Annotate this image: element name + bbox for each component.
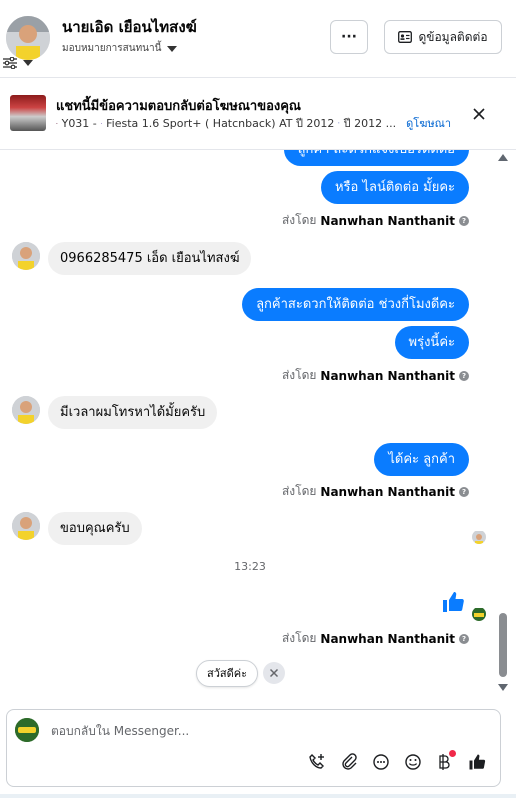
- message-composer: [6, 709, 501, 787]
- scroll-down-icon[interactable]: [498, 684, 508, 691]
- emoji-icon: [405, 754, 421, 770]
- notification-dot: [449, 750, 456, 757]
- scroll-thumb[interactable]: [499, 613, 507, 677]
- contact-avatar-small: [12, 512, 40, 540]
- read-receipt-avatar: [472, 607, 486, 621]
- sent-by-prefix: ส่งโดย: [281, 484, 317, 498]
- dismiss-quick-reply-button[interactable]: [263, 662, 285, 684]
- scroll-up-icon[interactable]: [498, 154, 508, 161]
- call-button[interactable]: [307, 752, 327, 772]
- ad-details: Y031 - Fiesta 1.6 Sport+ ( Hatcnback) AT…: [56, 114, 451, 132]
- thumbs-up-icon: [443, 592, 464, 612]
- sender-name: Nanwhan Nanthanit: [320, 213, 455, 228]
- message-thread[interactable]: ลูกค้า สะดวกแจ้งเบอร์ติดต่อ หรือ ไลน์ติด…: [0, 150, 496, 695]
- send-like-button[interactable]: [467, 752, 487, 772]
- thumbs-up-icon: [469, 754, 486, 770]
- chat-header: นายเอิด เยือนไทสงฆ์ มอบหมายการสนทนานี้ ·…: [0, 0, 516, 78]
- car-code: Y031 -: [61, 116, 97, 130]
- help-icon[interactable]: ?: [459, 486, 469, 497]
- assign-conversation-dropdown[interactable]: มอบหมายการสนทนานี้: [62, 41, 178, 56]
- close-icon: [269, 668, 279, 678]
- outgoing-message[interactable]: หรือ ไลน์ติดต่อ มั้ยคะ: [320, 171, 469, 204]
- year-tail: ปี 2012 ...: [343, 117, 397, 130]
- car-model: Fiesta 1.6 Sport+ ( Hatcnback) AT ปี 201…: [106, 117, 335, 130]
- sender-name: Nanwhan Nanthanit: [320, 368, 455, 383]
- close-banner-button[interactable]: [469, 104, 489, 124]
- filter-icon: [3, 57, 17, 69]
- contact-avatar-small: [12, 396, 40, 424]
- outgoing-message[interactable]: พรุ่งนี้ค่ะ: [394, 326, 469, 359]
- payment-button[interactable]: [435, 750, 456, 772]
- chat-bubble-icon: [373, 754, 389, 770]
- contact-avatar[interactable]: [6, 16, 50, 60]
- composer-toolbar: [307, 750, 487, 772]
- incoming-message[interactable]: 0966285475 เอ็ด เยือนไทสงฆ์: [48, 242, 252, 275]
- window-bottom-edge: [0, 794, 516, 798]
- message-timestamp: 13:23: [234, 560, 266, 573]
- view-ad-link[interactable]: ดูโฆษณา: [406, 114, 451, 132]
- filter-caret-icon: [23, 60, 33, 66]
- close-icon: [473, 108, 485, 120]
- car-icon: [100, 122, 103, 124]
- incoming-message[interactable]: มีเวลาผมโทรหาได้มั้ยครับ: [48, 396, 218, 429]
- sent-by-prefix: ส่งโดย: [281, 368, 317, 382]
- thumbs-up-message[interactable]: [441, 590, 465, 614]
- filter-dropdown[interactable]: [3, 57, 33, 69]
- assign-label: มอบหมายการสนทนานี้: [62, 43, 162, 54]
- view-contact-label: ดูข้อมูลติดต่อ: [418, 29, 488, 44]
- help-icon[interactable]: ?: [459, 215, 469, 226]
- sent-by-label: ส่งโดย Nanwhan Nanthanit ?: [282, 211, 469, 230]
- call-add-icon: [309, 754, 324, 769]
- ad-thumbnail[interactable]: [10, 95, 46, 131]
- read-receipt-avatar: [472, 530, 486, 544]
- saved-replies-button[interactable]: [371, 752, 391, 772]
- thread-scrollbar[interactable]: [496, 150, 510, 695]
- sent-by-label: ส่งโดย Nanwhan Nanthanit ?: [282, 629, 469, 648]
- car-icon: [56, 122, 58, 124]
- help-icon[interactable]: ?: [459, 633, 469, 644]
- contact-name: นายเอิด เยือนไทสงฆ์: [62, 18, 197, 36]
- quick-reply-chip[interactable]: สวัสดีค่ะ: [196, 660, 259, 687]
- contact-avatar-small: [12, 242, 40, 270]
- attach-button[interactable]: [339, 752, 359, 772]
- emoji-button[interactable]: [403, 752, 423, 772]
- ad-reply-banner: แชทนี้มีข้อความตอบกลับต่อโฆษณาของคุณ Y03…: [0, 79, 516, 150]
- outgoing-message[interactable]: ลูกค้าสะดวกให้ติดต่อ ช่วงกี่โมงดีคะ: [242, 288, 469, 321]
- calendar-icon: [338, 122, 340, 124]
- attachment-icon: [342, 753, 357, 770]
- more-icon: ···: [341, 29, 357, 45]
- outgoing-message[interactable]: ได้ค่ะ ลูกค้า: [374, 443, 469, 476]
- sent-by-prefix: ส่งโดย: [281, 213, 317, 227]
- outgoing-message[interactable]: ลูกค้า สะดวกแจ้งเบอร์ติดต่อ: [283, 150, 469, 166]
- contact-card-icon: [398, 31, 413, 43]
- sent-by-label: ส่งโดย Nanwhan Nanthanit ?: [282, 366, 469, 385]
- more-button[interactable]: ···: [330, 20, 368, 54]
- caret-down-icon: [167, 45, 178, 52]
- incoming-message[interactable]: ขอบคุณครับ: [48, 512, 142, 545]
- reply-input[interactable]: [51, 720, 481, 742]
- sender-name: Nanwhan Nanthanit: [320, 484, 455, 499]
- banner-title: แชทนี้มีข้อความตอบกลับต่อโฆษณาของคุณ: [56, 99, 301, 114]
- view-contact-button[interactable]: ดูข้อมูลติดต่อ: [384, 20, 502, 54]
- help-icon[interactable]: ?: [459, 370, 469, 381]
- page-avatar: [15, 718, 39, 742]
- sender-name: Nanwhan Nanthanit: [320, 631, 455, 646]
- sent-by-label: ส่งโดย Nanwhan Nanthanit ?: [282, 482, 469, 501]
- sent-by-prefix: ส่งโดย: [281, 631, 317, 645]
